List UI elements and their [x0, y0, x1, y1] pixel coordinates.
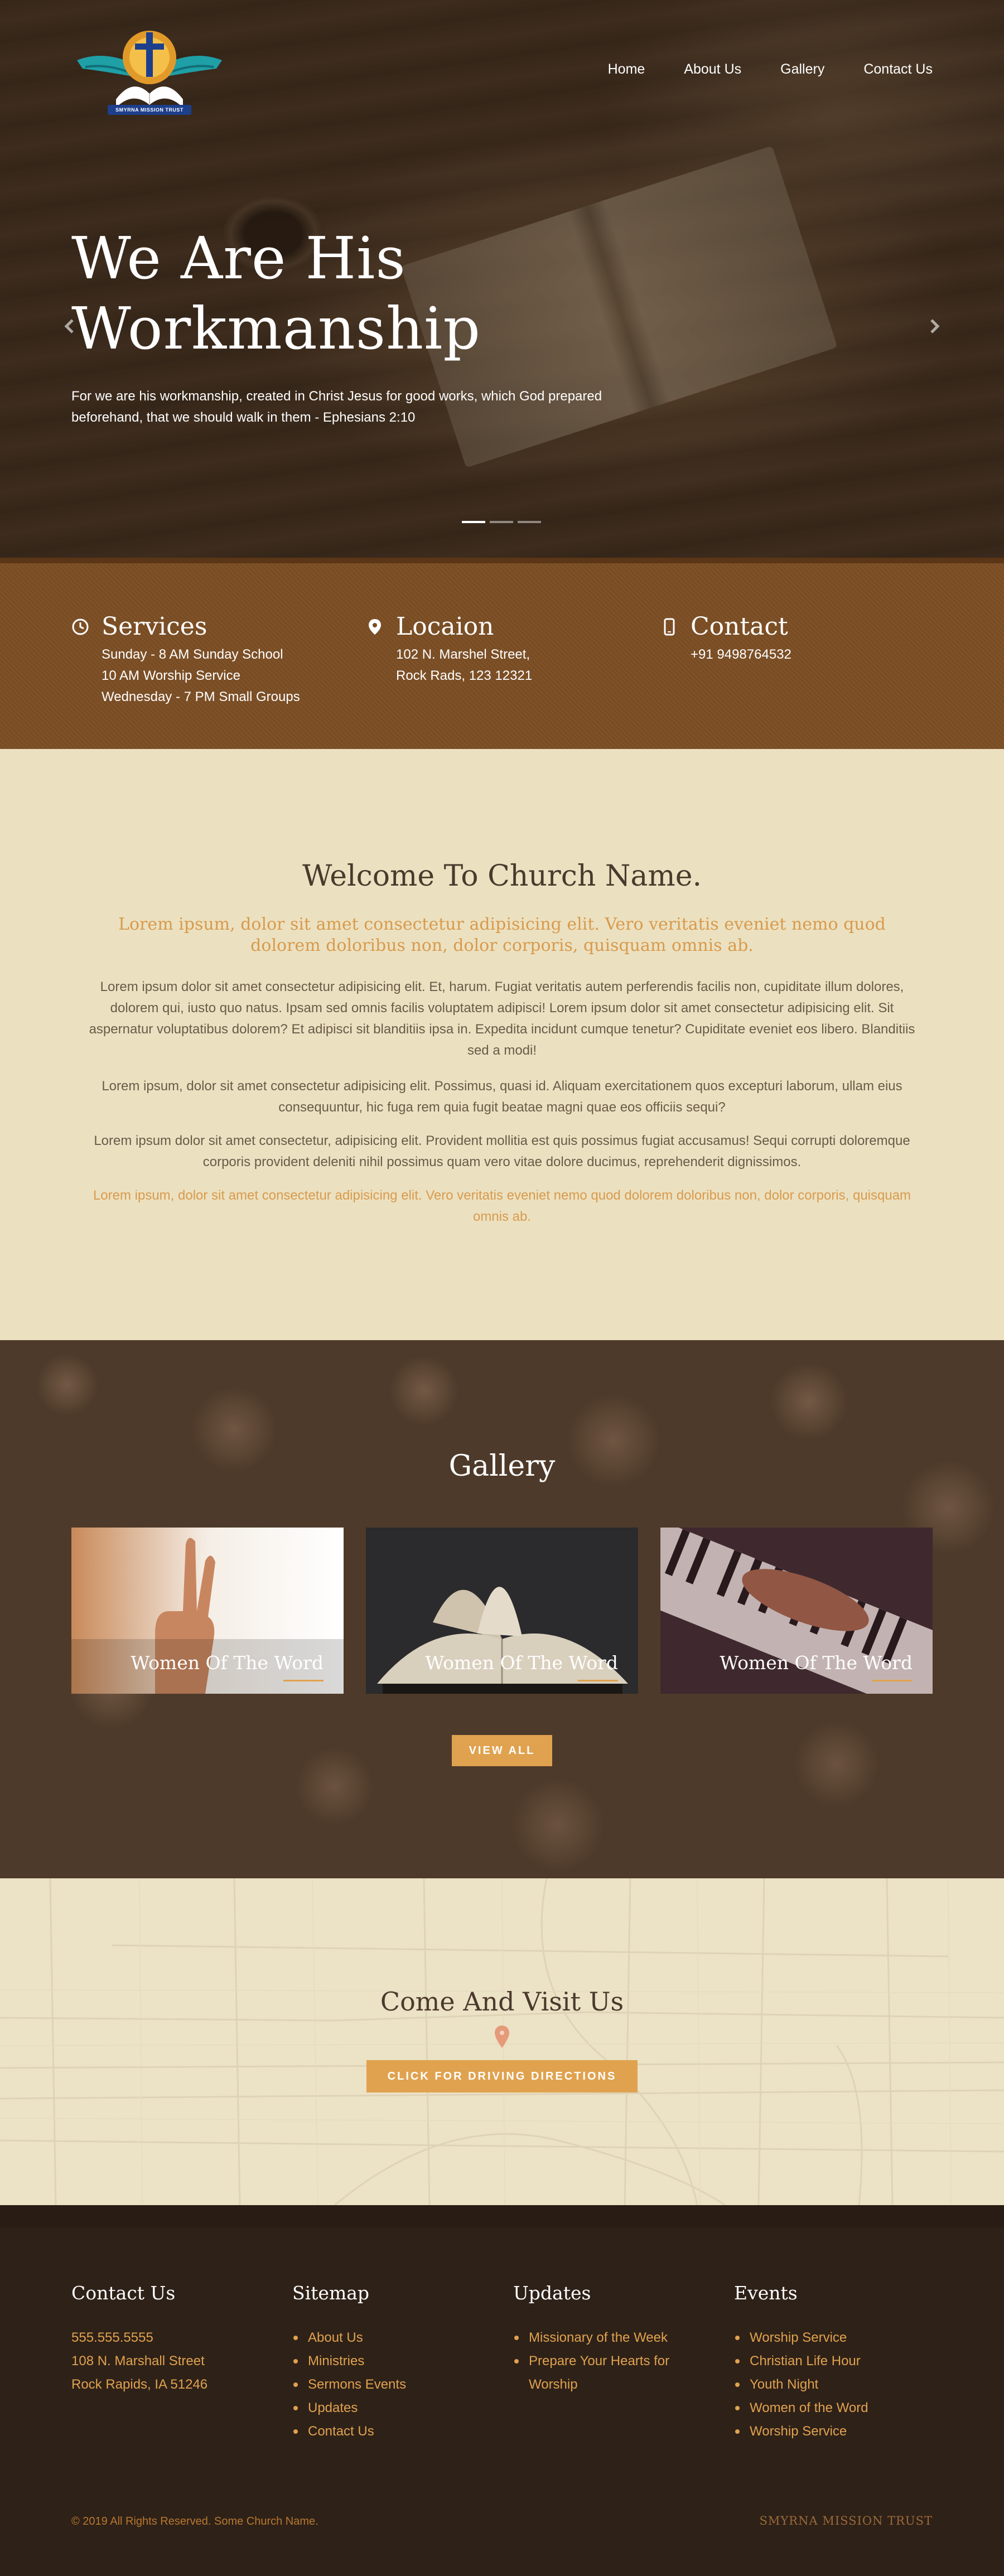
slide-indicator-3[interactable] [518, 521, 541, 523]
chevron-left-icon[interactable] [61, 318, 78, 335]
hero-title-line2: Workmanship [71, 294, 481, 363]
events-link[interactable]: Christian Life Hour [734, 2350, 868, 2373]
slide-indicator-1[interactable] [462, 521, 485, 523]
copyright-text: © 2019 All Rights Reserved. Some Church … [71, 2515, 318, 2527]
map-section: Come And Visit Us CLICK FOR DRIVING DIRE… [0, 1878, 1004, 2205]
gallery-caption: Women Of The Word [131, 1652, 324, 1674]
contact-phone[interactable]: +91 9498764532 [691, 647, 791, 662]
gallery-caption: Women Of The Word [425, 1652, 618, 1674]
location-block: Locaion 102 N. Marshel Street, Rock Rads… [366, 612, 532, 687]
welcome-section: Welcome To Church Name. Lorem ipsum, dol… [0, 749, 1004, 1340]
logo[interactable]: SMYRNA MISSION TRUST [71, 16, 228, 122]
sitemap-link-sermons-events[interactable]: Sermons Events [292, 2373, 406, 2396]
hero-title-line1: We Are His [71, 224, 406, 292]
footer-phone[interactable]: 555.555.5555 [71, 2326, 207, 2350]
services-title: Services [102, 612, 207, 641]
location-line: Rock Rads, 123 12321 [396, 668, 533, 683]
gallery-section: Gallery Women Of The Word Women Of The W… [0, 1340, 1004, 1878]
footer-brand: SMYRNA MISSION TRUST [759, 2514, 933, 2527]
events-link[interactable]: Women of the Word [734, 2396, 868, 2420]
updates-link[interactable]: Missionary of the Week [513, 2326, 703, 2350]
footer-updates-title: Updates [513, 2282, 591, 2304]
gallery-title: Gallery [448, 1449, 556, 1483]
chevron-right-icon[interactable] [926, 318, 943, 335]
contact-block: Contact +91 9498764532 [660, 612, 791, 665]
phone-icon [664, 618, 675, 635]
gallery-card[interactable]: Women Of The Word [366, 1528, 638, 1694]
hero-subtitle: For we are his workmanship, created in C… [71, 389, 602, 425]
updates-link[interactable]: Prepare Your Hearts for Worship [513, 2350, 703, 2396]
welcome-paragraph-1: Lorem ipsum dolor sit amet consectetur a… [89, 979, 915, 1058]
services-line: Wednesday - 7 PM Small Groups [102, 689, 300, 704]
footer-sitemap-title: Sitemap [292, 2282, 370, 2304]
map-title: Come And Visit Us [380, 1987, 624, 2017]
nav-home[interactable]: Home [608, 61, 645, 78]
sitemap-link-ministries[interactable]: Ministries [292, 2350, 406, 2373]
driving-directions-button[interactable]: CLICK FOR DRIVING DIRECTIONS [366, 2060, 638, 2092]
nav-about-us[interactable]: About Us [684, 61, 741, 78]
welcome-paragraph-4: Lorem ipsum, dolor sit amet consectetur … [93, 1188, 911, 1224]
welcome-lead: Lorem ipsum, dolor sit amet consectetur … [118, 915, 886, 955]
services-line: Sunday - 8 AM Sunday School [102, 647, 283, 662]
events-link[interactable]: Worship Service [734, 2326, 868, 2350]
sitemap-link-contact-us[interactable]: Contact Us [292, 2420, 406, 2443]
footer-events: Events Worship Service Christian Life Ho… [734, 2282, 868, 2443]
nav-contact-us[interactable]: Contact Us [863, 61, 933, 78]
view-all-button[interactable]: VIEW ALL [452, 1735, 552, 1766]
footer-events-title: Events [734, 2282, 798, 2304]
hero-title: We Are His Workmanship [71, 223, 481, 364]
footer-sitemap: Sitemap About Us Ministries Sermons Even… [292, 2282, 406, 2443]
logo-emblem-icon [77, 31, 222, 115]
footer-address-line: 108 N. Marshall Street [71, 2353, 205, 2369]
footer-contact: Contact Us 555.555.5555 108 N. Marshall … [71, 2282, 207, 2396]
logo-text: SMYRNA MISSION TRUST [115, 107, 184, 113]
slide-indicator-2[interactable] [490, 521, 513, 523]
main-nav: Home About Us Gallery Contact Us [608, 61, 933, 78]
nav-gallery[interactable]: Gallery [780, 61, 824, 78]
sitemap-link-updates[interactable]: Updates [292, 2396, 406, 2420]
footer-contact-title: Contact Us [71, 2282, 176, 2304]
footer-address-line: Rock Rapids, IA 51246 [71, 2377, 208, 2392]
services-line: 10 AM Worship Service [102, 668, 240, 683]
welcome-paragraph-3: Lorem ipsum dolor sit amet consectetur, … [94, 1133, 910, 1169]
map-pin-icon [369, 618, 381, 635]
hero-slider: SMYRNA MISSION TRUST Home About Us Galle… [0, 0, 1004, 558]
footer-updates: Updates Missionary of the Week Prepare Y… [513, 2282, 703, 2396]
welcome-title: Welcome To Church Name. [302, 859, 702, 893]
events-link[interactable]: Youth Night [734, 2373, 868, 2396]
info-bar: Services Sunday - 8 AM Sunday School 10 … [0, 558, 1004, 749]
events-link[interactable]: Worship Service [734, 2420, 868, 2443]
location-title: Locaion [396, 612, 494, 641]
map-marker-icon[interactable] [495, 2026, 509, 2048]
sitemap-link-about-us[interactable]: About Us [292, 2326, 406, 2350]
welcome-paragraph-2: Lorem ipsum, dolor sit amet consectetur … [102, 1079, 902, 1115]
clock-icon [72, 618, 89, 635]
slider-indicators [462, 521, 541, 523]
services-block: Services Sunday - 8 AM Sunday School 10 … [71, 612, 300, 708]
gallery-card[interactable]: Women Of The Word [660, 1528, 933, 1694]
location-line: 102 N. Marshel Street, [396, 647, 530, 662]
gallery-caption: Women Of The Word [720, 1652, 913, 1674]
footer: Contact Us 555.555.5555 108 N. Marshall … [0, 2205, 1004, 2576]
contact-title: Contact [691, 612, 788, 641]
gallery-card[interactable]: Women Of The Word [71, 1528, 344, 1694]
